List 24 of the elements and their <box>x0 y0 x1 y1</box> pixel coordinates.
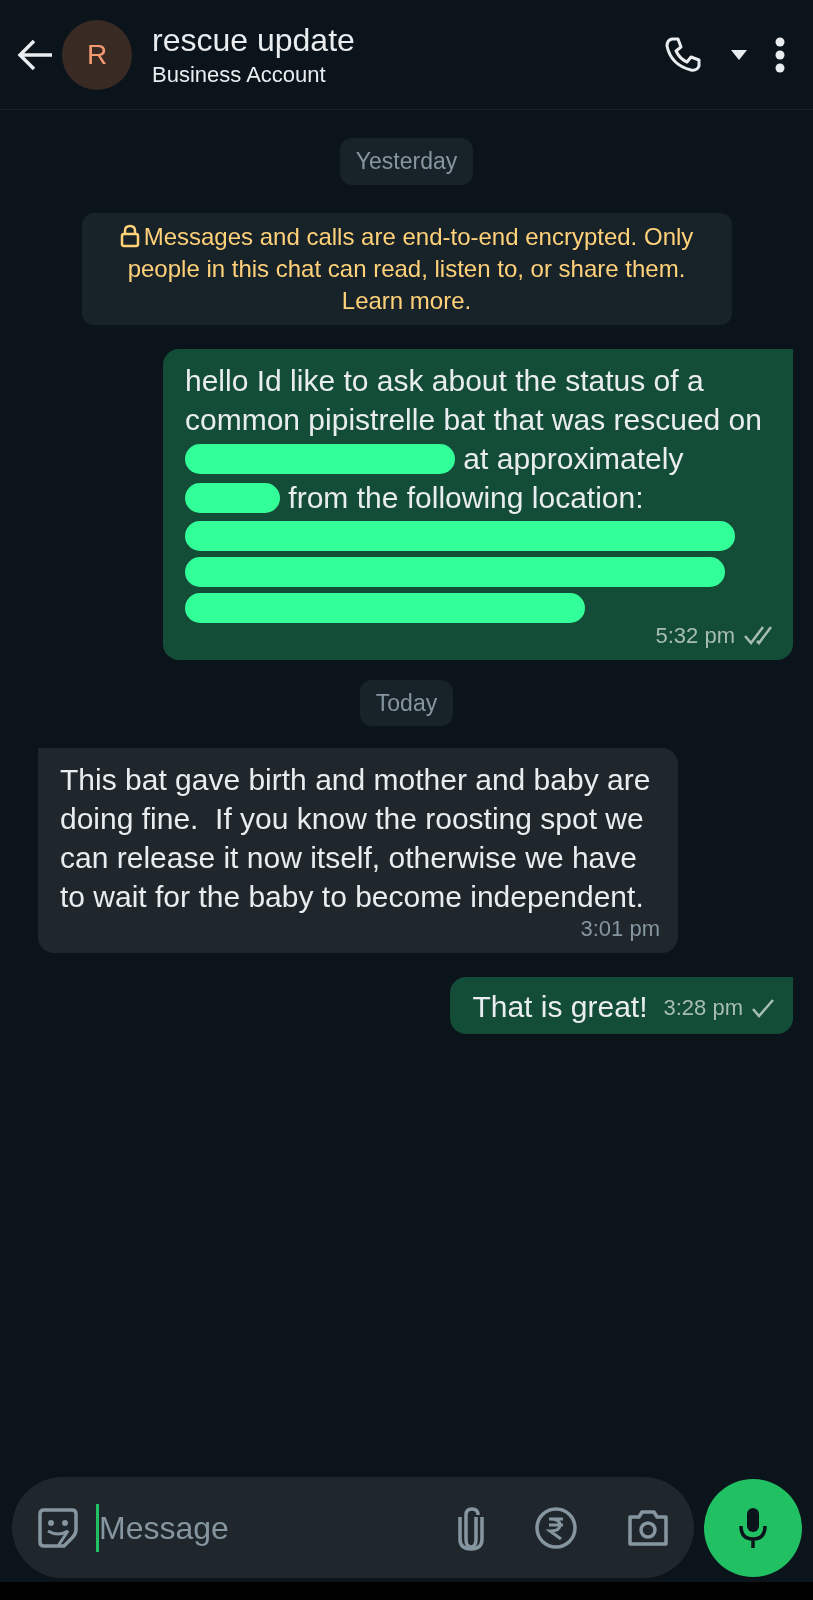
message-text: at approximately <box>463 441 684 475</box>
message-input[interactable]: Message <box>12 1477 694 1578</box>
chat-title: rescue update <box>152 20 355 60</box>
message-text: This bat gave birth and mother and baby are doing fine. If you know the roosting spot we can release it now itself, otherwise we have to wait for the baby to become independent. <box>60 763 652 913</box>
date-chip: Today <box>359 679 454 726</box>
lock-icon <box>119 223 140 248</box>
message-text: That is great! <box>472 990 648 1023</box>
chat-subtitle: Business Account <box>152 60 327 89</box>
rupee-icon[interactable] <box>534 1505 578 1550</box>
paperclip-icon[interactable] <box>456 1504 486 1551</box>
message-text: from the following location: <box>288 480 644 514</box>
encryption-notice[interactable]: Messages and calls are end-to-end encrypted. Only people in this chat can read, listen to, or share them. Learn more. <box>81 212 732 325</box>
message-time: 5:32 pm <box>655 621 735 650</box>
message-field[interactable]: Message <box>99 1503 399 1552</box>
message-time: 3:01 pm <box>580 915 660 943</box>
camera-icon[interactable] <box>626 1508 670 1547</box>
more-icon[interactable] <box>775 36 785 73</box>
date-chip: Yesterday <box>339 138 474 185</box>
sticker-icon[interactable] <box>36 1505 80 1550</box>
message-time: 3:28 pm <box>663 994 743 1022</box>
back-icon[interactable] <box>16 37 54 72</box>
avatar[interactable]: R <box>62 19 132 90</box>
microphone-icon <box>738 1506 768 1550</box>
dropdown-icon[interactable] <box>731 49 747 60</box>
